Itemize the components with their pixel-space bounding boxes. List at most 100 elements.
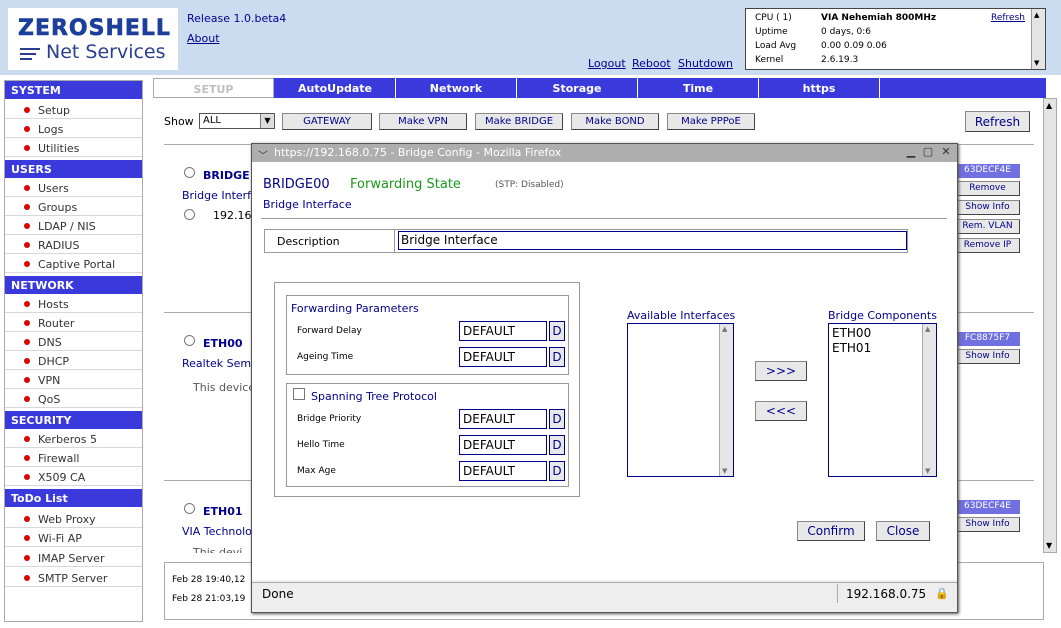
max-age-input[interactable]: DEFAULT [459, 461, 547, 481]
list-item[interactable]: ETH00 [832, 326, 871, 340]
confirm-button[interactable]: Confirm [797, 521, 865, 541]
eth01-show-info-button[interactable]: Show Info [955, 517, 1020, 532]
sidebar-item-web-proxy[interactable]: Web Proxy [5, 510, 142, 528]
scroll-down-icon[interactable]: ▼ [925, 467, 930, 475]
sidebar-item-qos[interactable]: QoS [5, 390, 142, 408]
description-label: Description [265, 230, 395, 252]
bridge-subtitle: Bridge Interface [263, 198, 352, 211]
close-window-icon[interactable]: ✕ [940, 146, 952, 158]
scroll-down-icon[interactable]: ▼ [1046, 541, 1052, 550]
make-bridge-button[interactable]: Make BRIDGE [475, 113, 563, 130]
make-pppoe-button[interactable]: Make PPPoE [667, 113, 755, 130]
eth01-radio[interactable] [184, 503, 195, 514]
tab-https[interactable]: https [759, 78, 880, 98]
ageing-time-input[interactable]: DEFAULT [459, 347, 547, 367]
forward-delay-default-button[interactable]: D [549, 321, 565, 341]
reboot-link[interactable]: Reboot [632, 57, 671, 70]
sidebar-item-hosts[interactable]: Hosts [5, 295, 142, 313]
sidebar-item-setup[interactable]: Setup [5, 101, 142, 119]
tab-setup[interactable]: SETUP [153, 78, 274, 98]
about-link[interactable]: About [187, 32, 220, 45]
bridge-ip-radio[interactable] [184, 209, 195, 220]
tab-network[interactable]: Network [396, 78, 517, 98]
gateway-button[interactable]: GATEWAY [282, 113, 372, 130]
info-refresh-link[interactable]: Refresh [991, 13, 1025, 23]
sidebar-item-radius[interactable]: RADIUS [5, 236, 142, 254]
logout-link[interactable]: Logout [588, 57, 626, 70]
sidebar-item-router[interactable]: Router [5, 314, 142, 332]
maximize-icon[interactable]: ▢ [922, 146, 934, 158]
window-menu-icon[interactable]: ﹀ [258, 147, 268, 162]
add-interface-button[interactable]: >>> [755, 361, 807, 381]
main-scrollbar[interactable]: ▲ ▼ [1043, 98, 1057, 553]
sidebar-item-imap[interactable]: IMAP Server [5, 549, 142, 567]
scroll-up-icon[interactable]: ▲ [722, 325, 727, 333]
make-bond-button[interactable]: Make BOND [571, 113, 659, 130]
scroll-up-icon[interactable]: ▲ [925, 325, 930, 333]
refresh-button[interactable]: Refresh [965, 111, 1030, 132]
shutdown-link[interactable]: Shutdown [678, 57, 733, 70]
sidebar-item-x509[interactable]: X509 CA [5, 468, 142, 486]
logo-lines-icon [20, 48, 42, 63]
tab-time[interactable]: Time [638, 78, 759, 98]
tab-autoupdate[interactable]: AutoUpdate [275, 78, 396, 98]
eth00-radio[interactable] [184, 335, 195, 346]
sidebar-item-utilities[interactable]: Utilities [5, 139, 142, 157]
hello-time-input[interactable]: DEFAULT [459, 435, 547, 455]
sidebar-item-groups[interactable]: Groups [5, 198, 142, 216]
scroll-up-icon[interactable]: ▲ [1034, 11, 1039, 19]
remove-ip-button[interactable]: Remove IP [955, 238, 1020, 253]
description-row: Description Bridge Interface [264, 229, 908, 253]
info-scrollbar[interactable]: ▲ ▼ [1031, 9, 1045, 69]
close-button[interactable]: Close [876, 521, 930, 541]
bullet-icon [24, 126, 30, 132]
sidebar-item-captive-portal[interactable]: Captive Portal [5, 255, 142, 273]
section-security: SECURITY [5, 411, 142, 429]
stp-checkbox[interactable] [293, 388, 305, 400]
max-age-default-button[interactable]: D [549, 461, 565, 481]
show-info-button[interactable]: Show Info [955, 200, 1020, 215]
sidebar-item-vpn[interactable]: VPN [5, 371, 142, 389]
max-age-label: Max Age [297, 466, 336, 476]
window-titlebar[interactable]: ﹀ https://192.168.0.75 - Bridge Config -… [252, 144, 957, 162]
available-interfaces-list[interactable]: ▲ ▼ [627, 323, 734, 477]
sidebar-item-logs[interactable]: Logs [5, 120, 142, 138]
hello-time-default-button[interactable]: D [549, 435, 565, 455]
bridge-priority-input[interactable]: DEFAULT [459, 409, 547, 429]
sidebar-item-ldap[interactable]: LDAP / NIS [5, 217, 142, 235]
bullet-icon [24, 320, 30, 326]
tab-storage[interactable]: Storage [517, 78, 638, 98]
eth00-show-info-button[interactable]: Show Info [955, 349, 1020, 364]
bridge-priority-default-button[interactable]: D [549, 409, 565, 429]
minimize-icon[interactable]: ▁ [905, 146, 917, 158]
sidebar-item-dns[interactable]: DNS [5, 333, 142, 351]
scroll-down-icon[interactable]: ▼ [722, 467, 727, 475]
sidebar-item-firewall[interactable]: Firewall [5, 449, 142, 467]
remove-button[interactable]: Remove [955, 181, 1020, 196]
section-system: SYSTEM [5, 81, 142, 99]
remove-interface-button[interactable]: <<< [755, 401, 807, 421]
forward-delay-input[interactable]: DEFAULT [459, 321, 547, 341]
list-item[interactable]: ETH01 [832, 341, 871, 355]
list-scrollbar[interactable]: ▲ ▼ [922, 324, 936, 476]
bullet-icon [24, 455, 30, 461]
bullet-icon [24, 535, 30, 541]
list-scrollbar[interactable]: ▲ ▼ [719, 324, 733, 476]
make-vpn-button[interactable]: Make VPN [379, 113, 467, 130]
description-input[interactable]: Bridge Interface [398, 231, 907, 250]
info-row-load: Load Avg 0.00 0.09 0.06 [755, 41, 887, 51]
bridge-components-list[interactable]: ETH00 ETH01 ▲ ▼ [828, 323, 937, 477]
sidebar-item-smtp[interactable]: SMTP Server [5, 569, 142, 587]
sidebar-item-wifi-ap[interactable]: Wi-Fi AP [5, 529, 142, 547]
sidebar-item-dhcp[interactable]: DHCP [5, 352, 142, 370]
sidebar-item-users[interactable]: Users [5, 179, 142, 197]
sidebar-item-kerberos[interactable]: Kerberos 5 [5, 430, 142, 448]
ageing-time-default-button[interactable]: D [549, 347, 565, 367]
scroll-down-icon[interactable]: ▼ [1034, 59, 1039, 67]
bridge-radio[interactable] [184, 167, 195, 178]
show-filter-select[interactable]: ALL ▼ [199, 113, 275, 129]
system-info-panel: CPU ( 1) VIA Nehemiah 800MHz Uptime 0 days… [745, 8, 1046, 70]
rem-vlan-button[interactable]: Rem. VLAN [955, 219, 1020, 234]
scroll-up-icon[interactable]: ▲ [1046, 101, 1052, 110]
eth00-name: ETH00 [203, 337, 243, 350]
